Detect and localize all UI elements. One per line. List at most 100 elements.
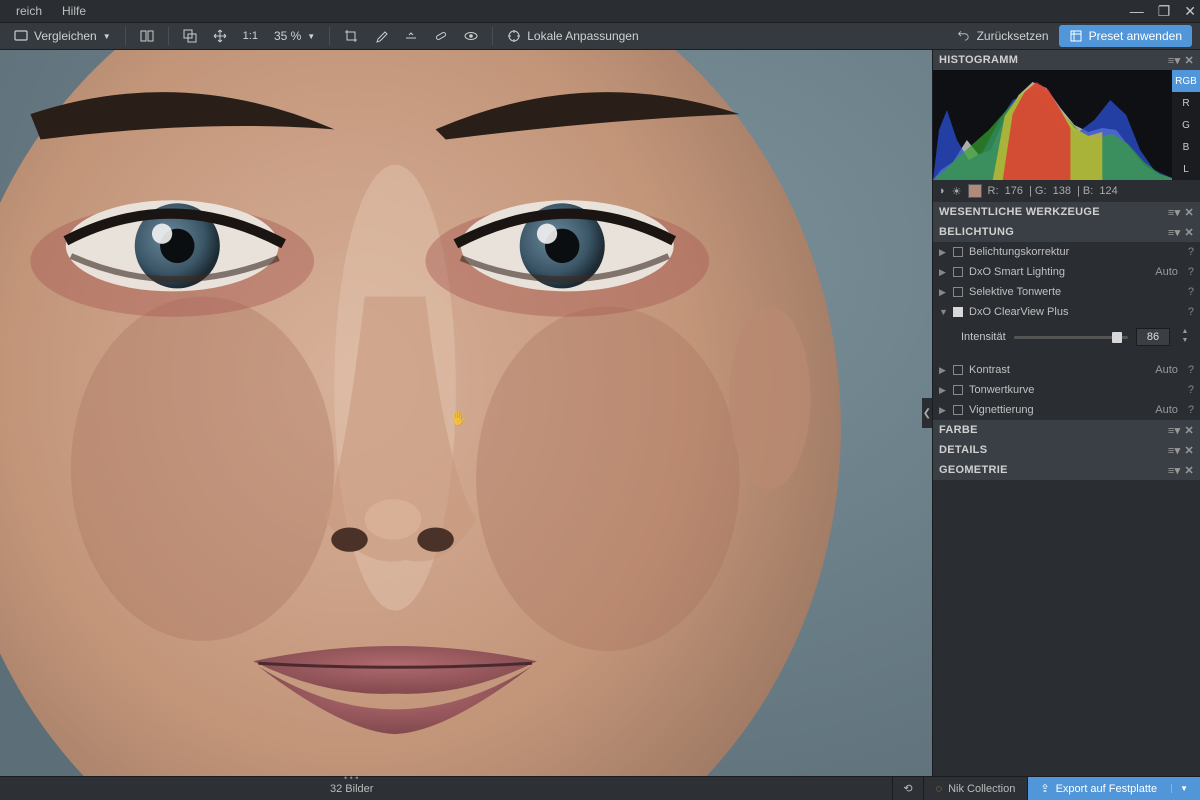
drag-handle-icon[interactable]: • • •	[344, 773, 358, 783]
section-title: WESENTLICHE WERKZEUGE	[939, 206, 1100, 218]
section-exposure[interactable]: BELICHTUNG ≡▾✕	[933, 222, 1200, 242]
enable-toggle[interactable]	[953, 365, 963, 375]
chevron-down-icon: ▼	[103, 32, 111, 41]
channel-r[interactable]: R	[1172, 92, 1200, 114]
enable-toggle[interactable]	[953, 287, 963, 297]
section-details[interactable]: DETAILS ≡▾✕	[933, 440, 1200, 460]
auto-button[interactable]: Auto	[1151, 266, 1182, 278]
section-histogram[interactable]: HISTOGRAMM ≡▾✕	[933, 50, 1200, 70]
tool-label: Tonwertkurve	[969, 384, 1182, 396]
section-title: DETAILS	[939, 444, 987, 456]
close-icon[interactable]: ✕	[1184, 424, 1194, 437]
stepper[interactable]: ▲▼	[1178, 328, 1192, 346]
auto-button[interactable]: Auto	[1151, 364, 1182, 376]
preview-button[interactable]	[458, 25, 484, 47]
help-icon[interactable]: ?	[1188, 306, 1194, 318]
sample-swatch	[968, 184, 982, 198]
section-essentials[interactable]: WESENTLICHE WERKZEUGE ≡▾✕	[933, 202, 1200, 222]
nik-collection-button[interactable]: ◌ Nik Collection	[923, 777, 1028, 800]
channel-rgb[interactable]: RGB	[1172, 70, 1200, 92]
loop-icon: ⟲	[903, 782, 912, 795]
intensity-value[interactable]	[1136, 328, 1170, 346]
image-viewport[interactable]: ✋ ❮	[0, 50, 932, 776]
tool-row[interactable]: ▼DxO ClearView Plus?	[933, 302, 1200, 322]
histogram-graph	[933, 70, 1172, 180]
section-geometry[interactable]: GEOMETRIE ≡▾✕	[933, 460, 1200, 480]
tool-row[interactable]: ▶Belichtungskorrektur?	[933, 242, 1200, 262]
chevron-right-icon: ▶	[939, 267, 947, 278]
shadow-clip-icon[interactable]: ◗	[939, 185, 946, 197]
export-button[interactable]: ⇪ Export auf Festplatte ▼	[1027, 777, 1200, 800]
readout-r: 176	[1005, 185, 1023, 197]
one-to-one-button[interactable]: 1:1	[237, 25, 264, 47]
help-icon[interactable]: ?	[1188, 364, 1194, 376]
bandage-icon	[434, 29, 448, 43]
move-icon	[213, 29, 227, 43]
close-icon[interactable]: ✕	[1184, 206, 1194, 219]
menu-icon[interactable]: ≡▾	[1168, 54, 1181, 67]
window-restore[interactable]: ❐	[1158, 3, 1171, 20]
menu-icon[interactable]: ≡▾	[1168, 464, 1181, 477]
zoom-percent[interactable]: 35 % ▼	[268, 25, 321, 47]
help-icon[interactable]: ?	[1188, 286, 1194, 298]
split-view-button[interactable]	[134, 25, 160, 47]
chevron-down-icon: ▼	[1171, 784, 1188, 793]
horizon-tool-button[interactable]	[398, 25, 424, 47]
section-title: GEOMETRIE	[939, 464, 1008, 476]
help-icon[interactable]: ?	[1188, 246, 1194, 258]
window-close[interactable]: ✕	[1184, 3, 1196, 20]
highlight-clip-icon[interactable]: ☀	[952, 185, 962, 198]
tool-label: Vignettierung	[969, 404, 1145, 416]
help-icon[interactable]: ?	[1188, 384, 1194, 396]
reset-button[interactable]: Zurücksetzen	[951, 25, 1055, 47]
export-icon: ⇪	[1040, 782, 1049, 795]
bottom-bar: • • • 32 Bilder ⟲ ◌ Nik Collection ⇪ Exp…	[0, 776, 1200, 800]
eyedropper-button[interactable]	[368, 25, 394, 47]
close-icon[interactable]: ✕	[1184, 226, 1194, 239]
repair-tool-button[interactable]	[428, 25, 454, 47]
menu-icon[interactable]: ≡▾	[1168, 206, 1181, 219]
enable-toggle[interactable]	[953, 247, 963, 257]
right-panel: HISTOGRAMM ≡▾✕	[932, 50, 1200, 776]
tool-row[interactable]: ▶ DxO Smart Lighting Auto?	[933, 262, 1200, 282]
help-icon[interactable]: ?	[1188, 266, 1194, 278]
close-icon[interactable]: ✕	[1184, 464, 1194, 477]
enable-toggle[interactable]	[953, 405, 963, 415]
auto-button[interactable]: Auto	[1151, 404, 1182, 416]
menu-item-help[interactable]: Hilfe	[52, 4, 96, 18]
screen-icon	[14, 29, 28, 43]
nik-label: Nik Collection	[948, 783, 1015, 795]
apply-preset-button[interactable]: Preset anwenden	[1059, 25, 1192, 47]
intensity-slider[interactable]	[1014, 336, 1128, 339]
tool-row[interactable]: ▶Selektive Tonwerte?	[933, 282, 1200, 302]
enable-toggle[interactable]	[953, 385, 963, 395]
channel-b[interactable]: B	[1172, 136, 1200, 158]
menu-icon[interactable]: ≡▾	[1168, 424, 1181, 437]
channel-l[interactable]: L	[1172, 158, 1200, 180]
menu-icon[interactable]: ≡▾	[1168, 444, 1181, 457]
help-icon[interactable]: ?	[1188, 404, 1194, 416]
slider-row: Intensität▲▼	[933, 322, 1200, 354]
export-label: Export auf Festplatte	[1056, 783, 1158, 795]
local-adjust-button[interactable]: Lokale Anpassungen	[501, 25, 644, 47]
menu-icon[interactable]: ≡▾	[1168, 226, 1181, 239]
target-icon	[507, 29, 521, 43]
section-color[interactable]: FARBE ≡▾✕	[933, 420, 1200, 440]
window-minimize[interactable]: —	[1130, 3, 1144, 19]
move-tool-button[interactable]	[207, 25, 233, 47]
tool-label: DxO Smart Lighting	[969, 266, 1145, 278]
tool-row[interactable]: ▶Tonwertkurve?	[933, 380, 1200, 400]
close-icon[interactable]: ✕	[1184, 54, 1194, 67]
loop-button[interactable]: ⟲	[892, 777, 922, 800]
compare-button[interactable]: Vergleichen ▼	[8, 25, 117, 47]
close-icon[interactable]: ✕	[1184, 444, 1194, 457]
menu-item-reich[interactable]: reich	[6, 4, 52, 18]
enable-toggle[interactable]	[953, 307, 963, 317]
enable-toggle[interactable]	[953, 267, 963, 277]
tool-row[interactable]: ▶KontrastAuto?	[933, 360, 1200, 380]
crop-overlay-button[interactable]	[177, 25, 203, 47]
tool-row[interactable]: ▶VignettierungAuto?	[933, 400, 1200, 420]
channel-g[interactable]: G	[1172, 114, 1200, 136]
crop-tool-button[interactable]	[338, 25, 364, 47]
panel-collapse-handle[interactable]: ❮	[922, 398, 932, 428]
